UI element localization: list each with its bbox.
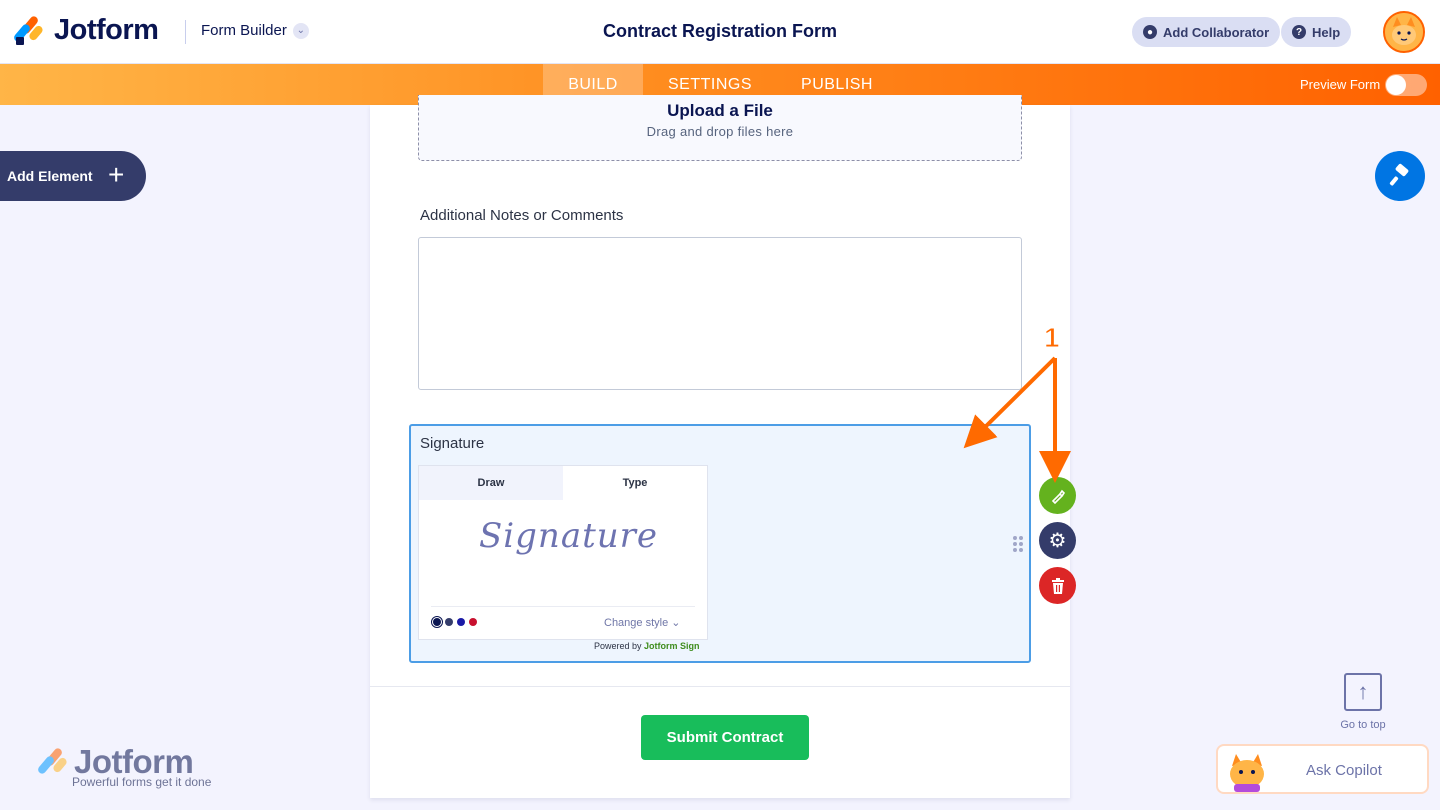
top-bar: Jotform Form Builder ⌄ Contract Registra… bbox=[0, 0, 1440, 64]
gear-icon: ⚙ bbox=[1048, 530, 1067, 552]
go-to-top-button[interactable]: ↑ Go to top bbox=[1333, 673, 1393, 731]
signature-widget[interactable]: Draw Type Signature Change style ⌄ bbox=[418, 465, 708, 640]
question-icon: ? bbox=[1292, 25, 1306, 39]
toggle-knob bbox=[1386, 75, 1406, 95]
ask-copilot-button[interactable]: Ask Copilot bbox=[1216, 744, 1429, 794]
powered-prefix: Powered by bbox=[594, 641, 642, 651]
watermark-tagline: Powerful forms get it done bbox=[72, 775, 212, 789]
submit-button[interactable]: Submit Contract bbox=[641, 715, 809, 760]
signature-tab-draw[interactable]: Draw bbox=[419, 466, 563, 500]
logo-text: Jotform bbox=[54, 14, 159, 46]
chevron-down-icon: ⌄ bbox=[671, 617, 681, 629]
jotform-logo-icon bbox=[12, 14, 45, 47]
arrow-up-icon: ↑ bbox=[1344, 673, 1382, 711]
header-divider bbox=[185, 20, 186, 44]
field-properties-button[interactable]: ⚙ bbox=[1039, 522, 1076, 559]
avatar[interactable] bbox=[1383, 11, 1425, 53]
powered-by: Powered by Jotform Sign bbox=[594, 641, 700, 651]
add-collaborator-button[interactable]: ● Add Collaborator bbox=[1132, 17, 1281, 47]
form-builder-dropdown[interactable]: Form Builder ⌄ bbox=[201, 22, 309, 39]
preview-form-toggle[interactable] bbox=[1385, 74, 1427, 96]
trash-icon bbox=[1051, 577, 1064, 594]
signature-label: Signature bbox=[420, 435, 485, 452]
signature-settings-button[interactable] bbox=[1039, 477, 1076, 514]
form-divider bbox=[370, 686, 1070, 687]
signature-field[interactable]: Signature Draw Type Signature Change sty… bbox=[409, 424, 1031, 663]
paint-roller-icon bbox=[1389, 163, 1409, 186]
help-label: Help bbox=[1312, 24, 1341, 40]
annotation-number: 1 bbox=[1044, 322, 1061, 354]
signature-tab-type[interactable]: Type bbox=[563, 466, 707, 500]
ink-color-3[interactable] bbox=[457, 618, 465, 626]
copilot-cat-icon bbox=[1230, 754, 1264, 792]
jotform-watermark-icon bbox=[36, 746, 69, 779]
change-style-dropdown[interactable]: Change style ⌄ bbox=[604, 616, 681, 629]
ask-copilot-label: Ask Copilot bbox=[1306, 762, 1382, 779]
powered-brand: Jotform Sign bbox=[644, 641, 700, 651]
ink-color-2[interactable] bbox=[445, 618, 453, 626]
sign-icon bbox=[1051, 489, 1065, 504]
add-element-button[interactable]: Add Element + bbox=[0, 151, 146, 201]
notes-label: Additional Notes or Comments bbox=[420, 207, 624, 224]
file-upload-dropzone[interactable]: Upload a File Drag and drop files here bbox=[418, 95, 1022, 161]
drag-handle-icon[interactable] bbox=[1013, 536, 1023, 552]
notes-textarea[interactable] bbox=[418, 237, 1022, 390]
signature-baseline bbox=[431, 606, 695, 607]
upload-subtitle: Drag and drop files here bbox=[646, 124, 794, 139]
ink-color-picker bbox=[431, 616, 477, 628]
plus-icon: + bbox=[108, 159, 125, 190]
delete-field-button[interactable] bbox=[1039, 567, 1076, 604]
user-add-icon: ● bbox=[1143, 25, 1157, 39]
add-element-label: Add Element bbox=[7, 168, 93, 184]
form-designer-button[interactable] bbox=[1375, 151, 1425, 201]
form-canvas: Upload a File Drag and drop files here A… bbox=[370, 95, 1070, 798]
ink-color-4[interactable] bbox=[469, 618, 477, 626]
upload-title: Upload a File bbox=[667, 101, 773, 120]
ink-color-1[interactable] bbox=[431, 616, 443, 628]
chevron-down-icon: ⌄ bbox=[292, 22, 309, 39]
signature-preview-text: Signature bbox=[479, 516, 659, 556]
add-collaborator-label: Add Collaborator bbox=[1163, 24, 1270, 40]
preview-form-label: Preview Form bbox=[1300, 77, 1381, 92]
go-to-top-label: Go to top bbox=[1340, 719, 1386, 731]
form-builder-label: Form Builder bbox=[201, 22, 287, 39]
jotform-logo[interactable]: Jotform bbox=[12, 14, 159, 47]
help-button[interactable]: ? Help bbox=[1281, 17, 1352, 47]
cat-avatar-icon bbox=[1385, 13, 1423, 51]
change-style-label: Change style bbox=[604, 617, 669, 629]
